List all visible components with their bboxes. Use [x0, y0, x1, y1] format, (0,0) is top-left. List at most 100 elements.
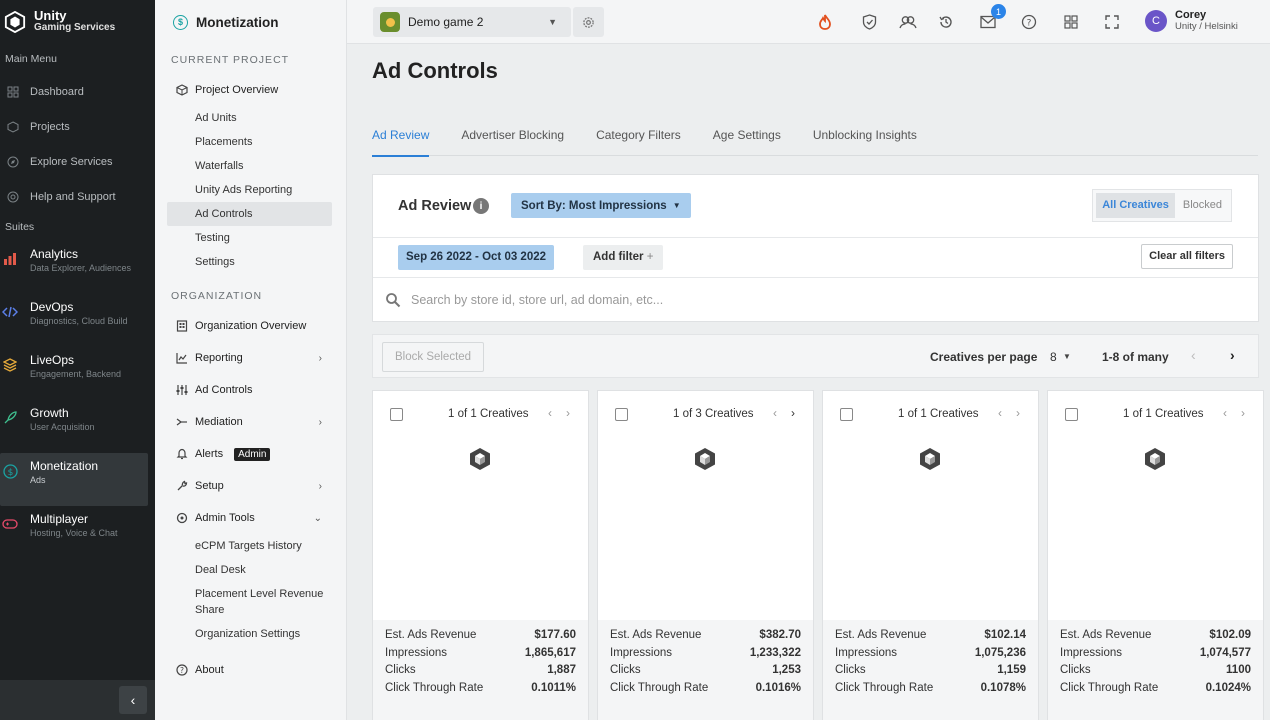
apps-grid-icon[interactable]	[1061, 12, 1081, 32]
creative-card: 1 of 1 Creatives ‹ › Est. Ads Revenue $102…	[822, 390, 1039, 720]
nav-about[interactable]: ? About	[155, 654, 346, 686]
nav-project-overview[interactable]: Project Overview	[155, 74, 346, 106]
chevron-left-icon[interactable]: ‹	[548, 406, 552, 420]
inbox-icon[interactable]: 1	[978, 4, 1006, 32]
nav-placements[interactable]: Placements	[155, 130, 346, 154]
search-icon	[386, 293, 401, 308]
suite-title: Growth	[30, 406, 69, 420]
brand[interactable]: Unity Gaming Services	[0, 0, 155, 44]
stat-row: Est. Ads Revenue $102.09	[1060, 629, 1251, 647]
nav-reporting[interactable]: Reporting ›	[155, 342, 346, 374]
nav-waterfalls[interactable]: Waterfalls	[155, 154, 346, 178]
stat-label: Clicks	[610, 664, 641, 677]
nav-alerts[interactable]: Alerts Admin	[155, 438, 346, 470]
code-icon	[2, 304, 18, 320]
rail-footer: ‹	[0, 680, 155, 720]
admin-gear-icon	[175, 512, 188, 525]
stat-label: Click Through Rate	[835, 681, 934, 694]
nav-admin-tools[interactable]: Admin Tools ⌄	[155, 502, 346, 534]
users-icon[interactable]	[898, 12, 918, 32]
suite-devops[interactable]: DevOps Diagnostics, Cloud Build	[0, 294, 155, 347]
chevron-right-icon[interactable]: ›	[566, 406, 570, 420]
card-checkbox[interactable]	[1065, 408, 1078, 421]
clear-all-filters-button[interactable]: Clear all filters	[1141, 244, 1233, 269]
suite-multiplayer[interactable]: Multiplayer Hosting, Voice & Chat	[0, 506, 155, 559]
nav-ad-controls[interactable]: Ad Controls	[167, 202, 332, 226]
suite-liveops[interactable]: LiveOps Engagement, Backend	[0, 347, 155, 400]
rail-item-label: Explore Services	[30, 155, 113, 168]
unity-logo-icon	[920, 448, 940, 470]
stat-label: Est. Ads Revenue	[610, 629, 702, 641]
ctr-value: 0.1016%	[755, 681, 801, 694]
tab-advertiser-blocking[interactable]: Advertiser Blocking	[461, 126, 564, 156]
chevron-right-icon[interactable]: ›	[1241, 406, 1245, 420]
chevron-right-icon: ›	[318, 480, 322, 492]
info-icon[interactable]: i	[473, 198, 489, 214]
tab-age-settings[interactable]: Age Settings	[713, 126, 781, 156]
nav-organization-overview[interactable]: Organization Overview	[155, 310, 346, 342]
history-icon[interactable]	[936, 12, 956, 32]
nav-ecpm-targets-history[interactable]: eCPM Targets History	[155, 534, 346, 558]
unity-logo-icon	[695, 448, 715, 470]
nav-placement-revenue-share[interactable]: Placement Level Revenue Share	[155, 582, 346, 622]
suite-subtitle: User Acquisition	[30, 422, 95, 432]
chevron-right-icon[interactable]: ›	[791, 406, 795, 420]
shield-check-icon[interactable]	[859, 12, 879, 32]
monetization-nav: $ Monetization CURRENT PROJECT Project O…	[155, 0, 347, 720]
card-checkbox[interactable]	[390, 408, 403, 421]
fire-icon[interactable]	[815, 12, 835, 32]
card-checkbox[interactable]	[615, 408, 628, 421]
nav-deal-desk[interactable]: Deal Desk	[155, 558, 346, 582]
clicks-value: 1,159	[997, 664, 1026, 677]
rail-item-dashboard[interactable]: Dashboard	[0, 74, 155, 109]
rail-item-help-support[interactable]: Help and Support	[0, 179, 155, 214]
nav-setup[interactable]: Setup ›	[155, 470, 346, 502]
add-filter-button[interactable]: Add filter +	[583, 245, 664, 270]
chevron-right-icon[interactable]: ›	[1016, 406, 1020, 420]
suite-growth[interactable]: Growth User Acquisition	[0, 400, 155, 453]
card-checkbox[interactable]	[840, 408, 853, 421]
chevron-left-icon[interactable]: ‹	[773, 406, 777, 420]
next-page-button[interactable]: ›	[1230, 347, 1235, 363]
nav-ad-units[interactable]: Ad Units	[155, 106, 346, 130]
rail-item-label: Dashboard	[30, 85, 84, 98]
tab-category-filters[interactable]: Category Filters	[596, 126, 681, 156]
help-circle-icon[interactable]: ?	[1019, 12, 1039, 32]
per-page-select[interactable]: 8	[1050, 350, 1057, 364]
nav-org-ad-controls[interactable]: Ad Controls	[155, 374, 346, 406]
nav-testing[interactable]: Testing	[155, 226, 346, 250]
date-range-filter[interactable]: Sep 26 2022 - Oct 03 2022	[398, 245, 555, 270]
sort-dropdown[interactable]: Sort By: Most Impressions ▼	[511, 193, 691, 218]
all-creatives-option[interactable]: All Creatives	[1096, 193, 1175, 218]
user-menu[interactable]: C Corey Unity / Helsinki	[1145, 9, 1238, 33]
block-selected-button[interactable]: Block Selected	[382, 342, 485, 372]
project-selector[interactable]: Demo game 2 ▼	[373, 7, 571, 37]
rail-item-explore-services[interactable]: Explore Services	[0, 144, 155, 179]
help-icon	[6, 190, 20, 204]
chevron-left-icon: ‹	[1191, 347, 1196, 363]
nav-mediation[interactable]: Mediation ›	[155, 406, 346, 438]
prev-page-button[interactable]: ‹	[1191, 347, 1196, 363]
search-input[interactable]	[411, 293, 1011, 307]
rail-item-projects[interactable]: Projects	[0, 109, 155, 144]
fullscreen-icon[interactable]	[1102, 12, 1122, 32]
tab-unblocking-insights[interactable]: Unblocking Insights	[813, 126, 917, 156]
building-icon	[175, 320, 188, 333]
rocket-icon	[2, 410, 18, 426]
nav-settings[interactable]: Settings	[155, 250, 346, 274]
impressions-value: 1,233,322	[749, 646, 801, 659]
blocked-option[interactable]: Blocked	[1177, 193, 1228, 218]
tab-ad-review[interactable]: Ad Review	[372, 126, 430, 157]
tab-bar: Ad Review Advertiser Blocking Category F…	[372, 126, 1258, 157]
nav-unity-ads-reporting[interactable]: Unity Ads Reporting	[155, 178, 346, 202]
nav-organization-settings[interactable]: Organization Settings	[155, 622, 346, 646]
collapse-sidebar-button[interactable]: ‹	[119, 686, 147, 714]
suite-monetization[interactable]: $ Monetization Ads	[0, 453, 148, 506]
suite-analytics[interactable]: Analytics Data Explorer, Audiences	[0, 241, 155, 294]
chevron-left-icon[interactable]: ‹	[1223, 406, 1227, 420]
chevron-left-icon[interactable]: ‹	[998, 406, 1002, 420]
project-settings-button[interactable]	[573, 7, 604, 37]
creative-count: 1 of 3 Creatives	[673, 408, 754, 420]
stat-row: Clicks 1100	[1060, 664, 1251, 682]
svg-text:?: ?	[180, 666, 184, 675]
